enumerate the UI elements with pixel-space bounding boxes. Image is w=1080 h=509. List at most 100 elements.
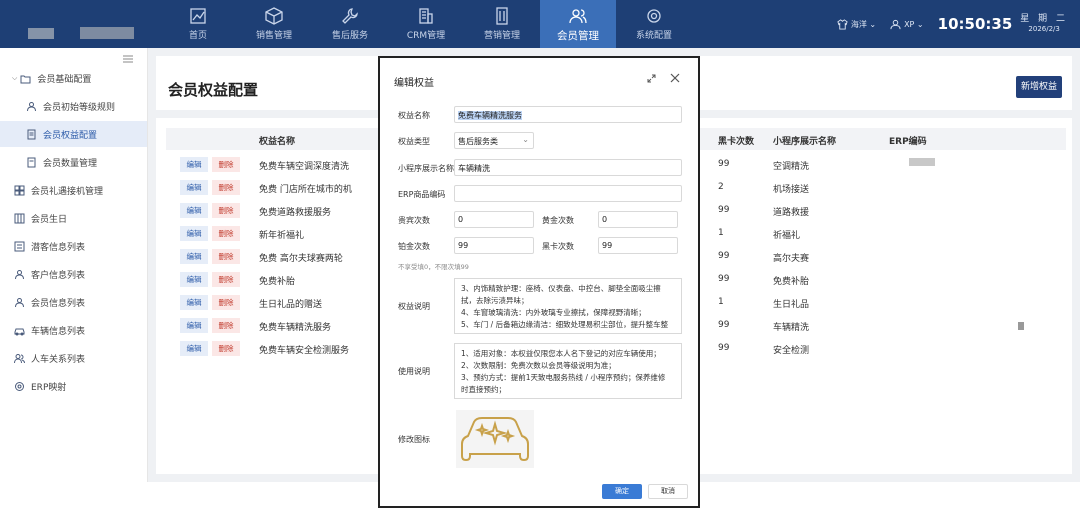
- edit-button[interactable]: 编辑: [180, 180, 208, 195]
- type-select[interactable]: 售后服务类 ⌄: [454, 132, 534, 149]
- edit-button[interactable]: 编辑: [180, 203, 208, 218]
- delete-button[interactable]: 删除: [212, 226, 240, 241]
- edit-button[interactable]: 编辑: [180, 226, 208, 241]
- delete-button[interactable]: 删除: [212, 157, 240, 172]
- erp-input[interactable]: [454, 185, 682, 202]
- benefit-name: 免费车辆精洗服务: [259, 323, 332, 333]
- date-block: 星 期 二 2026/2/3: [1020, 14, 1068, 34]
- nav-member[interactable]: 会员管理: [540, 0, 616, 48]
- use-line: 3、预约方式：提前1天致电服务热线 / 小程序预约；保养维修: [461, 373, 666, 382]
- grid-icon: [14, 185, 25, 195]
- delete-button[interactable]: 删除: [212, 180, 240, 195]
- desc-textarea[interactable]: 3、内饰精致护理：座椅、仪表盘、中控台、脚垫全面吸尘擦 拭，去除污渍异味； 4、…: [454, 278, 682, 334]
- black-input[interactable]: 99: [598, 237, 678, 254]
- sidebar-item-airport[interactable]: 会员礼遇接机管理: [0, 177, 147, 203]
- nav-system[interactable]: 系统配置: [616, 0, 692, 48]
- office-icon: [496, 7, 508, 25]
- name-value: 免费车辆精洗服务: [458, 111, 522, 120]
- delete-button[interactable]: 删除: [212, 318, 240, 333]
- sidebar-item-label: ERP映射: [31, 382, 67, 393]
- date: 2026/2/3: [1028, 25, 1060, 33]
- edit-button[interactable]: 编辑: [180, 272, 208, 287]
- edit-button[interactable]: 编辑: [180, 157, 208, 172]
- gui-input[interactable]: 0: [454, 211, 534, 228]
- use-textarea[interactable]: 1、适用对象：本权益仅限您本人名下登记的对应车辆使用； 2、次数限制：免费次数以…: [454, 343, 682, 399]
- col-header-mp: 小程序展示名称: [773, 137, 837, 147]
- edit-button[interactable]: 编辑: [180, 341, 208, 356]
- delete-button[interactable]: 删除: [212, 203, 240, 218]
- sidebar-item-customers[interactable]: 客户信息列表: [0, 261, 147, 287]
- delete-button[interactable]: 删除: [212, 272, 240, 287]
- sidebar: ⌵ 会员基础配置 会员初始等级规则 会员权益配置 会员数量管理 会员礼遇接机管理…: [0, 48, 148, 482]
- confirm-button[interactable]: 确定: [602, 484, 642, 499]
- menu-collapse-icon[interactable]: [123, 54, 133, 64]
- wrench-icon: [342, 8, 358, 24]
- sidebar-item-erp[interactable]: ERP映射: [0, 373, 147, 399]
- erp-label: ERP商品编码: [398, 190, 446, 199]
- cancel-button[interactable]: 取消: [648, 484, 688, 499]
- mp-name: 安全检测: [773, 346, 810, 356]
- nav-aftersales[interactable]: 售后服务: [312, 0, 388, 48]
- delete-button[interactable]: 删除: [212, 295, 240, 310]
- user-name: 海洋: [850, 19, 867, 29]
- add-benefit-button[interactable]: 新增权益: [1015, 76, 1062, 98]
- benefit-icon-upload[interactable]: [456, 410, 534, 468]
- gold-label: 黄金次数: [542, 216, 574, 225]
- sidebar-item-vehicles[interactable]: 车辆信息列表: [0, 317, 147, 343]
- nav-label: 售后服务: [331, 31, 368, 41]
- sidebar-item-label: 会员信息列表: [31, 298, 86, 309]
- nav-home[interactable]: 首页: [160, 0, 236, 48]
- sidebar-item-initial-level[interactable]: 会员初始等级规则: [0, 93, 147, 119]
- plat-input[interactable]: 99: [454, 237, 534, 254]
- shirt-icon: [837, 18, 848, 30]
- use-line: 时直接预约；: [461, 385, 506, 394]
- user-menu-1[interactable]: 海洋 ⌄: [837, 18, 876, 30]
- sidebar-item-label: 会员生日: [31, 214, 68, 225]
- edit-button[interactable]: 编辑: [180, 249, 208, 264]
- nav-marketing[interactable]: 营销管理: [464, 0, 540, 48]
- sidebar-item-person-car[interactable]: 人车关系列表: [0, 345, 147, 371]
- user-role: XP: [904, 19, 915, 29]
- black-count: 2: [718, 182, 724, 192]
- user-menu-2[interactable]: XP ⌄: [890, 19, 924, 30]
- edit-button[interactable]: 编辑: [180, 318, 208, 333]
- sidebar-item-basic-config[interactable]: ⌵ 会员基础配置: [0, 65, 147, 91]
- nav-label: 销售管理: [255, 31, 292, 41]
- top-bar: 首页 销售管理 售后服务 CRM管理 营销管理 会员管理 系统配置 海洋 ⌄ X…: [0, 0, 1080, 48]
- person-icon: [15, 269, 24, 279]
- folder-icon: [20, 75, 31, 83]
- gold-input[interactable]: 0: [598, 211, 678, 228]
- main-nav: 首页 销售管理 售后服务 CRM管理 营销管理 会员管理 系统配置: [160, 0, 692, 48]
- name-input[interactable]: 免费车辆精洗服务: [454, 106, 682, 123]
- sidebar-item-benefit-config[interactable]: 会员权益配置: [0, 121, 147, 147]
- sidebar-item-prospects[interactable]: 潜客信息列表: [0, 233, 147, 259]
- people-icon: [14, 353, 25, 363]
- gear-icon: [15, 381, 24, 391]
- chevron-down-icon: ⌵: [12, 73, 18, 82]
- sidebar-item-label: 潜客信息列表: [31, 242, 86, 253]
- logo-text: [80, 27, 134, 39]
- sidebar-item-birthday[interactable]: 会员生日: [0, 205, 147, 231]
- use-line: 2、次数限制：免费次数以会员等级说明为准；: [461, 361, 616, 370]
- desc-line: 5、车门 / 后备箱边缘清洁：细致处理易积尘部位，提升整车整: [461, 320, 669, 329]
- edit-button[interactable]: 编辑: [180, 295, 208, 310]
- doc-icon: [27, 129, 36, 139]
- sparkle-car-icon: [461, 417, 529, 462]
- close-icon[interactable]: [670, 73, 680, 83]
- gui-label: 贵宾次数: [398, 216, 430, 225]
- nav-sales[interactable]: 销售管理: [236, 0, 312, 48]
- expand-icon[interactable]: [647, 74, 656, 83]
- sidebar-item-members[interactable]: 会员信息列表: [0, 289, 147, 315]
- col-header-erp: ERP编码: [889, 137, 927, 147]
- nav-crm[interactable]: CRM管理: [388, 0, 464, 48]
- nav-label: 会员管理: [557, 30, 599, 42]
- sidebar-item-member-count[interactable]: 会员数量管理: [0, 149, 147, 175]
- black-count: 1: [718, 297, 724, 307]
- delete-button[interactable]: 删除: [212, 341, 240, 356]
- mp-input[interactable]: 车辆精洗: [454, 159, 682, 176]
- mp-name: 道路救援: [773, 208, 810, 218]
- name-label: 权益名称: [398, 111, 430, 120]
- blur-mark: [1018, 322, 1024, 330]
- delete-button[interactable]: 删除: [212, 249, 240, 264]
- desc-line: 拭，去除污渍异味；: [461, 296, 529, 305]
